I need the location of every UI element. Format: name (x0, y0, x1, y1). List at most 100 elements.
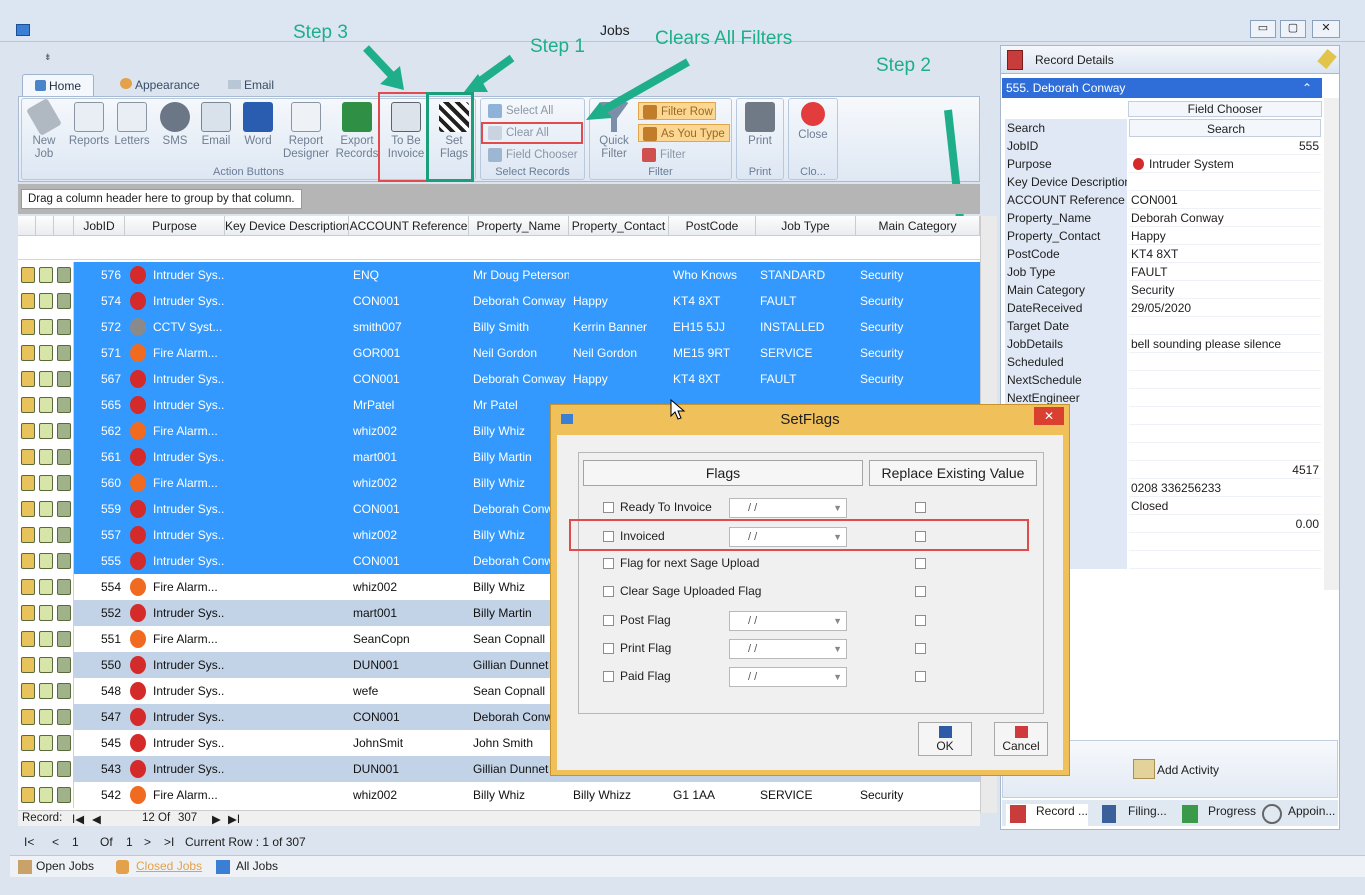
pencil-icon[interactable] (21, 527, 35, 543)
pencil-icon[interactable] (21, 501, 35, 517)
users-icon[interactable] (57, 267, 71, 283)
users-icon[interactable] (57, 397, 71, 413)
record-field-row[interactable]: ACCOUNT Reference CON001 (1003, 191, 1321, 209)
chevron-down-icon[interactable]: ▼ (833, 668, 842, 686)
pencil-icon[interactable] (21, 579, 35, 595)
pencil-icon[interactable] (21, 475, 35, 491)
ok-button[interactable]: OK (918, 722, 972, 756)
users-icon[interactable] (57, 319, 71, 335)
header-jobid[interactable]: JobID (74, 216, 125, 236)
add-note-icon[interactable] (39, 735, 53, 751)
add-note-icon[interactable] (39, 657, 53, 673)
dialog-close-button[interactable]: ✕ (1034, 407, 1064, 425)
add-note-icon[interactable] (39, 501, 53, 517)
flag-date-picker[interactable]: / / ▼ (729, 498, 847, 518)
nav-prev-button[interactable]: < (52, 835, 59, 849)
header-key-device[interactable]: Key Device Description (225, 216, 349, 236)
record-field-row[interactable]: Key Device Description (1003, 173, 1321, 191)
flag-checkbox[interactable] (603, 643, 614, 655)
pencil-icon[interactable] (21, 371, 35, 387)
users-icon[interactable] (57, 631, 71, 647)
tab-progress[interactable]: Progress (1178, 804, 1256, 823)
add-note-icon[interactable] (39, 579, 53, 595)
add-note-icon[interactable] (39, 605, 53, 621)
cancel-button[interactable]: Cancel (994, 722, 1048, 756)
record-field-row[interactable]: DateReceived 29/05/2020 (1003, 299, 1321, 317)
field-chooser-panel-button[interactable]: Field Chooser (1128, 101, 1322, 117)
header-main-category[interactable]: Main Category (856, 216, 980, 236)
flag-date-picker[interactable]: / / ▼ (729, 667, 847, 687)
pencil-icon[interactable] (21, 553, 35, 569)
replace-existing-checkbox[interactable] (915, 615, 926, 626)
add-note-icon[interactable] (39, 761, 53, 777)
users-icon[interactable] (57, 371, 71, 387)
flag-date-picker[interactable]: / / ▼ (729, 639, 847, 659)
pencil-icon[interactable] (21, 319, 35, 335)
nav-page-field[interactable]: 1 (72, 835, 79, 849)
users-icon[interactable] (57, 605, 71, 621)
table-row[interactable]: 572 CCTV Syst... smith007 Billy Smith Kerrin… (18, 314, 980, 340)
add-note-icon[interactable] (39, 423, 53, 439)
filter-row[interactable] (18, 236, 980, 260)
record-last-button[interactable]: ▶I (228, 812, 240, 826)
pencil-icon[interactable] (21, 605, 35, 621)
collapse-icon[interactable]: ⌃ (1302, 81, 1312, 95)
record-panel-scrollbar[interactable] (1324, 98, 1339, 590)
tab-record[interactable]: Record ... (1006, 804, 1089, 826)
users-icon[interactable] (57, 579, 71, 595)
add-note-icon[interactable] (39, 631, 53, 647)
record-field-row[interactable]: JobDetails bell sounding please silence (1003, 335, 1321, 353)
users-icon[interactable] (57, 475, 71, 491)
replace-existing-checkbox[interactable] (915, 643, 926, 654)
record-field-row[interactable]: Target Date (1003, 317, 1321, 335)
nav-first-button[interactable]: I< (24, 835, 34, 849)
users-icon[interactable] (57, 345, 71, 361)
users-icon[interactable] (57, 501, 71, 517)
flag-checkbox[interactable] (603, 615, 614, 627)
header-job-type[interactable]: Job Type (756, 216, 856, 236)
tab-closed-jobs[interactable]: Closed Jobs (114, 859, 202, 874)
add-note-icon[interactable] (39, 267, 53, 283)
header-property-name[interactable]: Property_Name (469, 216, 569, 236)
users-icon[interactable] (57, 293, 71, 309)
add-note-icon[interactable] (39, 787, 53, 803)
record-field-row[interactable]: Main Category Security (1003, 281, 1321, 299)
flag-checkbox[interactable] (603, 558, 614, 570)
record-field-row[interactable]: PostCode KT4 8XT (1003, 245, 1321, 263)
pencil-icon[interactable] (21, 293, 35, 309)
pencil-icon[interactable] (21, 709, 35, 725)
search-button[interactable]: Search (1129, 119, 1321, 137)
table-row[interactable]: 567 Intruder Sys... CON001 Deborah Conway Ha… (18, 366, 980, 392)
header-property-contact[interactable]: Property_Contact (569, 216, 669, 236)
record-prev-button[interactable]: ◀ (92, 812, 101, 826)
nav-last-button[interactable]: >I (164, 835, 174, 849)
add-note-icon[interactable] (39, 293, 53, 309)
replace-existing-checkbox[interactable] (915, 502, 926, 513)
pencil-icon[interactable] (21, 787, 35, 803)
record-field-row[interactable]: NextSchedule (1003, 371, 1321, 389)
flag-checkbox[interactable] (603, 586, 614, 598)
users-icon[interactable] (57, 657, 71, 673)
record-number-field[interactable]: 12 (142, 812, 155, 824)
add-note-icon[interactable] (39, 683, 53, 699)
tab-filing[interactable]: Filing... (1098, 804, 1167, 823)
replace-existing-checkbox[interactable] (915, 671, 926, 682)
table-row[interactable]: 571 Fire Alarm... GOR001 Neil Gordon Neil Go… (18, 340, 980, 366)
flag-checkbox[interactable] (603, 671, 614, 683)
chevron-down-icon[interactable]: ▼ (833, 499, 842, 517)
add-note-icon[interactable] (39, 553, 53, 569)
record-field-row[interactable]: JobID 555 (1003, 137, 1321, 155)
tab-appointments[interactable]: Appoin... (1258, 804, 1335, 824)
users-icon[interactable] (57, 709, 71, 725)
pencil-icon[interactable] (21, 735, 35, 751)
pencil-icon[interactable] (21, 267, 35, 283)
users-icon[interactable] (57, 423, 71, 439)
add-note-icon[interactable] (39, 475, 53, 491)
pencil-icon[interactable] (21, 683, 35, 699)
users-icon[interactable] (57, 683, 71, 699)
users-icon[interactable] (57, 449, 71, 465)
header-account-ref[interactable]: ACCOUNT Reference (349, 216, 469, 236)
record-field-row[interactable]: Scheduled (1003, 353, 1321, 371)
table-row[interactable]: 574 Intruder Sys... CON001 Deborah Conway Ha… (18, 288, 980, 314)
record-title-bar[interactable]: 555. Deborah Conway ⌃ (1002, 78, 1322, 98)
